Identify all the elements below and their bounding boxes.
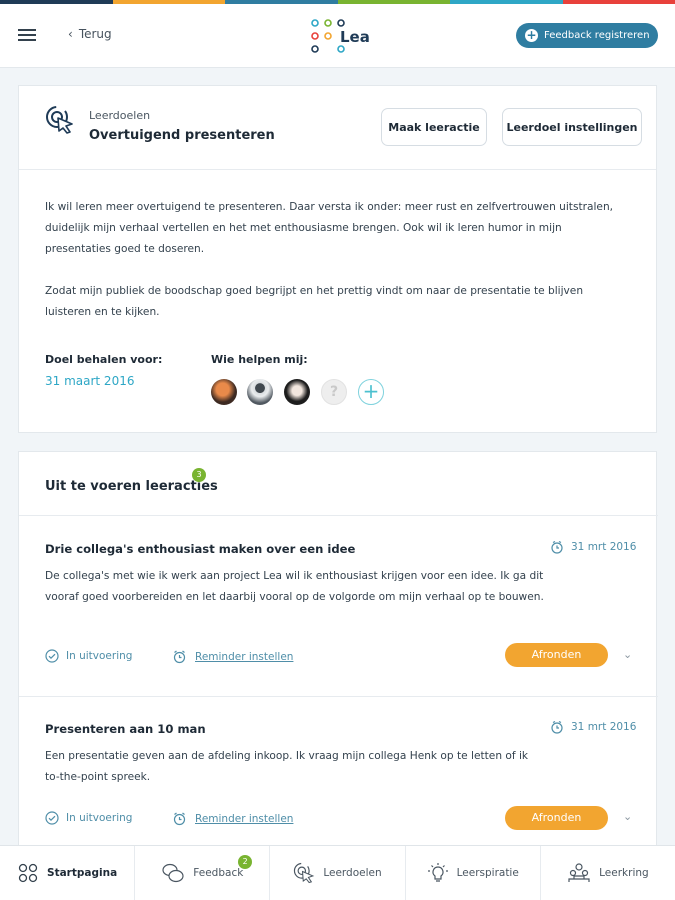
target-cursor-icon xyxy=(46,106,73,134)
status-indicator: In uitvoering xyxy=(45,811,132,825)
nav-item-leerspiratie[interactable]: Leerspiratie xyxy=(406,846,541,900)
nav-item-feedback[interactable]: Feedback 2 xyxy=(135,846,271,900)
feedback-register-button[interactable]: + Feedback registreren xyxy=(516,23,658,48)
nav-label: Leerdoelen xyxy=(323,867,382,879)
people-group-icon xyxy=(568,863,590,882)
avatar[interactable] xyxy=(247,379,273,405)
check-circle-icon xyxy=(45,649,59,663)
lightbulb-icon xyxy=(427,863,448,882)
divider xyxy=(19,515,658,516)
goal-purpose: Zodat mijn publiek de boodschap goed beg… xyxy=(45,285,584,318)
plus-icon: + xyxy=(525,28,538,42)
chat-bubbles-icon xyxy=(162,863,184,883)
complete-button[interactable]: Afronden xyxy=(505,643,608,667)
nav-label: Leerspiratie xyxy=(456,867,519,879)
nav-item-leerkring[interactable]: Leerkring xyxy=(541,846,675,900)
deadline-label: Doel behalen voor: xyxy=(45,353,163,366)
action-title[interactable]: Presenteren aan 10 man xyxy=(45,722,206,736)
make-action-button[interactable]: Maak leeractie xyxy=(381,108,487,146)
complete-button[interactable]: Afronden xyxy=(505,806,608,830)
action-description: Een presentatie geven aan de afdeling in… xyxy=(45,750,529,783)
feedback-count-badge: 2 xyxy=(238,855,253,869)
top-bar: ‹ Terug Lea + Feedback registreren xyxy=(0,4,675,68)
menu-icon[interactable] xyxy=(18,29,36,43)
goal-card: Leerdoelen Overtuigend presenteren Maak … xyxy=(18,85,657,433)
chevron-down-icon[interactable]: ⌄ xyxy=(623,648,632,661)
goal-description: Ik wil leren meer overtuigend te present… xyxy=(45,201,614,255)
back-label: Terug xyxy=(78,27,112,41)
calendar-clock-icon xyxy=(551,720,563,734)
avatar-placeholder[interactable]: ? xyxy=(321,379,347,405)
status-indicator: In uitvoering xyxy=(45,649,132,663)
check-circle-icon xyxy=(45,811,59,825)
nav-label: Feedback xyxy=(193,867,244,879)
avatar[interactable] xyxy=(284,379,310,405)
actions-count-badge: 3 xyxy=(192,468,206,482)
grid-icon xyxy=(18,863,38,883)
goal-section-label: Leerdoelen xyxy=(89,109,151,122)
action-date: 31 mrt 2016 xyxy=(571,721,637,733)
alarm-clock-icon xyxy=(173,650,186,664)
alarm-clock-icon xyxy=(173,812,186,826)
logo-text: Lea xyxy=(340,28,370,46)
actions-title: Uit te voeren leeracties xyxy=(45,479,218,494)
deadline-value: 31 maart 2016 xyxy=(45,374,135,388)
divider xyxy=(19,696,658,697)
nav-item-leerdoelen[interactable]: Leerdoelen xyxy=(270,846,406,900)
helpers-label: Wie helpen mij: xyxy=(211,353,308,366)
question-icon: ? xyxy=(329,384,339,400)
back-link[interactable]: ‹ Terug xyxy=(68,27,112,41)
add-helper-button[interactable]: + xyxy=(358,379,384,405)
action-date: 31 mrt 2016 xyxy=(571,541,637,553)
reminder-label: Reminder instellen xyxy=(195,812,294,825)
reminder-label: Reminder instellen xyxy=(195,650,294,663)
goal-header: Leerdoelen Overtuigend presenteren Maak … xyxy=(19,86,656,170)
status-label: In uitvoering xyxy=(66,812,133,824)
action-title[interactable]: Drie collega's enthousiast maken over ee… xyxy=(45,542,355,556)
feedback-register-label: Feedback registreren xyxy=(544,30,650,41)
bottom-nav: Startpagina Feedback 2 Leerdoelen Leersp… xyxy=(0,845,675,900)
goal-settings-button[interactable]: Leerdoel instellingen xyxy=(502,108,642,146)
action-description: De collega's met wie ik werk aan project… xyxy=(45,570,544,603)
reminder-link[interactable]: Reminder instellen xyxy=(172,649,293,664)
goal-title: Overtuigend presenteren xyxy=(89,128,275,143)
chevron-left-icon: ‹ xyxy=(68,27,73,41)
nav-label: Leerkring xyxy=(599,867,649,879)
target-cursor-icon xyxy=(294,862,315,884)
avatar[interactable] xyxy=(211,379,237,405)
actions-card: Uit te voeren leeracties 3 Drie collega'… xyxy=(18,451,658,851)
status-label: In uitvoering xyxy=(66,650,133,662)
nav-label: Startpagina xyxy=(47,867,118,879)
nav-item-startpagina[interactable]: Startpagina xyxy=(0,846,136,900)
reminder-link[interactable]: Reminder instellen xyxy=(172,811,293,826)
calendar-clock-icon xyxy=(551,540,563,554)
chevron-down-icon[interactable]: ⌄ xyxy=(623,810,632,823)
